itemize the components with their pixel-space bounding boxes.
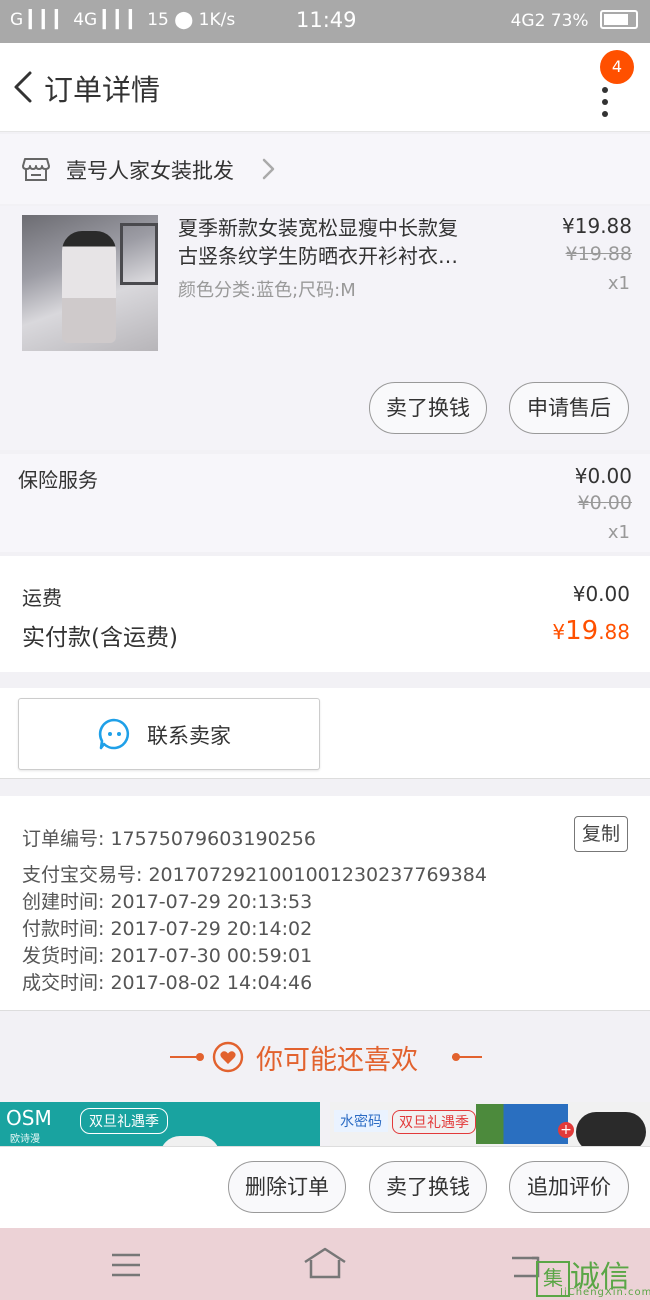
product-title-line1: 夏季新款女装宽松显瘦中长款复 [178,216,458,240]
product-image [476,1104,568,1144]
add-review-button[interactable]: 追加评价 [509,1161,629,1213]
sell-for-cash-button-bottom[interactable]: 卖了换钱 [369,1161,487,1213]
contact-seller-label: 联系卖家 [147,724,231,748]
menu-icon[interactable] [110,1252,142,1278]
battery-icon [600,10,638,29]
status-time: 11:49 [296,8,357,32]
status-bar: G ▎▎▎ 4G ▎▎▎ 15 ⬤ 1K/s 11:49 4G2 73% [0,0,650,43]
contact-seller-button[interactable]: 联系卖家 [18,698,320,770]
product-quantity: x1 [607,273,630,294]
notification-badge: 4 [600,50,634,84]
order-number: 订单编号: 1757507960319025​6 [22,828,316,850]
product-image-mask [576,1112,646,1146]
shop-row[interactable]: 壹号人家女装批发 [0,134,650,204]
product-thumbnail[interactable] [22,215,158,351]
paid-integer: 19 [565,616,599,646]
brand-logo-osm: OSM [6,1106,52,1130]
alipay-trade-number: 支付宝交易号: 2017072921001001230237769384 [22,864,487,886]
back-arrow-icon[interactable] [8,67,44,107]
network-label: 4G2 [510,11,546,31]
product-title[interactable]: 夏季新款女装宽松显瘦中长款复 古竖条纹学生防晒衣开衫衬衣… [178,214,488,270]
recommend-item-left[interactable]: OSM 欧诗漫 双旦礼遇季 [0,1102,320,1146]
insurance-label: 保险服务 [18,468,98,492]
product-image [160,1136,220,1146]
copy-order-number-button[interactable]: 复制 [574,816,628,852]
product-sku: 颜色分类:蓝色;尺码:M [178,280,356,301]
order-info: 订单编号: 1757507960319025​6 支付宝交易号: 2017072… [0,796,650,1011]
paid-time: 付款时间: 2017-07-29 20:14:02 [22,918,313,940]
recommend-title: 你可能还喜欢 [256,1045,418,1076]
insurance-quantity: x1 [607,522,630,543]
after-sale-button[interactable]: 申请售后 [509,382,629,434]
watermark-url: JiChengXin.com [560,1287,650,1298]
insurance-row: 保险服务 ¥0.00 ¥0.00 x1 [0,454,650,552]
status-right-indicators: 4G2 73% [511,10,638,31]
brand-sub-osm: 欧诗漫 [10,1134,40,1145]
chevron-right-icon [262,158,275,180]
status-left-indicators: G ▎▎▎ 4G ▎▎▎ 15 ⬤ 1K/s [10,10,236,30]
more-menu-icon[interactable] [594,81,616,131]
sell-for-cash-button[interactable]: 卖了换钱 [369,382,487,434]
home-icon[interactable] [302,1246,348,1280]
app-header: 订单详情 [0,43,650,132]
shop-name[interactable]: 壹号人家女装批发 [66,155,234,185]
product-item: 夏季新款女装宽松显瘦中长款复 古竖条纹学生防晒衣开衫衬衣… 颜色分类:蓝色;尺码… [0,206,650,450]
delete-order-button[interactable]: 删除订单 [228,1161,346,1213]
chat-face-icon [98,718,130,750]
paid-amount: ¥19.88 [552,616,630,646]
shipped-time: 发货时间: 2017-07-30 00:59:01 [22,945,313,967]
recommend-header: 你可能还喜欢 [0,1012,650,1102]
recommend-item-right[interactable]: 水密码 双旦礼遇季 + [330,1102,650,1146]
contact-section: 联系卖家 [0,688,650,779]
brand-logo-shuimima: 水密码 [334,1110,388,1132]
paid-currency: ¥ [552,620,566,644]
battery-percent: 73% [550,11,589,31]
completed-time: 成交时间: 2017-08-02 14:04:46 [22,972,313,994]
divider-dot-left [196,1053,204,1061]
product-price: ¥19.88 [562,214,632,238]
paid-decimal: .88 [598,620,630,644]
bottom-action-bar: 删除订单 卖了换钱 追加评价 [0,1146,650,1229]
divider-right [452,1056,482,1058]
plus-icon: + [558,1122,574,1138]
page-title: 订单详情 [44,73,161,107]
paid-label: 实付款(含运费) [22,625,178,651]
product-title-line2: 古竖条纹学生防晒衣开衫衬衣… [178,244,458,268]
insurance-original-price: ¥0.00 [577,492,632,514]
store-icon [22,158,50,181]
insurance-price: ¥0.00 [574,464,632,488]
created-time: 创建时间: 2017-07-29 20:13:53 [22,891,313,913]
product-original-price: ¥19.88 [565,243,632,265]
order-totals: 运费 ¥0.00 实付款(含运费) ¥19.88 [0,556,650,672]
promo-tag: 双旦礼遇季 [392,1110,476,1134]
shipping-label: 运费 [22,586,62,610]
shipping-value: ¥0.00 [572,582,630,606]
heart-icon [212,1041,244,1073]
promo-tag: 双旦礼遇季 [80,1108,168,1134]
